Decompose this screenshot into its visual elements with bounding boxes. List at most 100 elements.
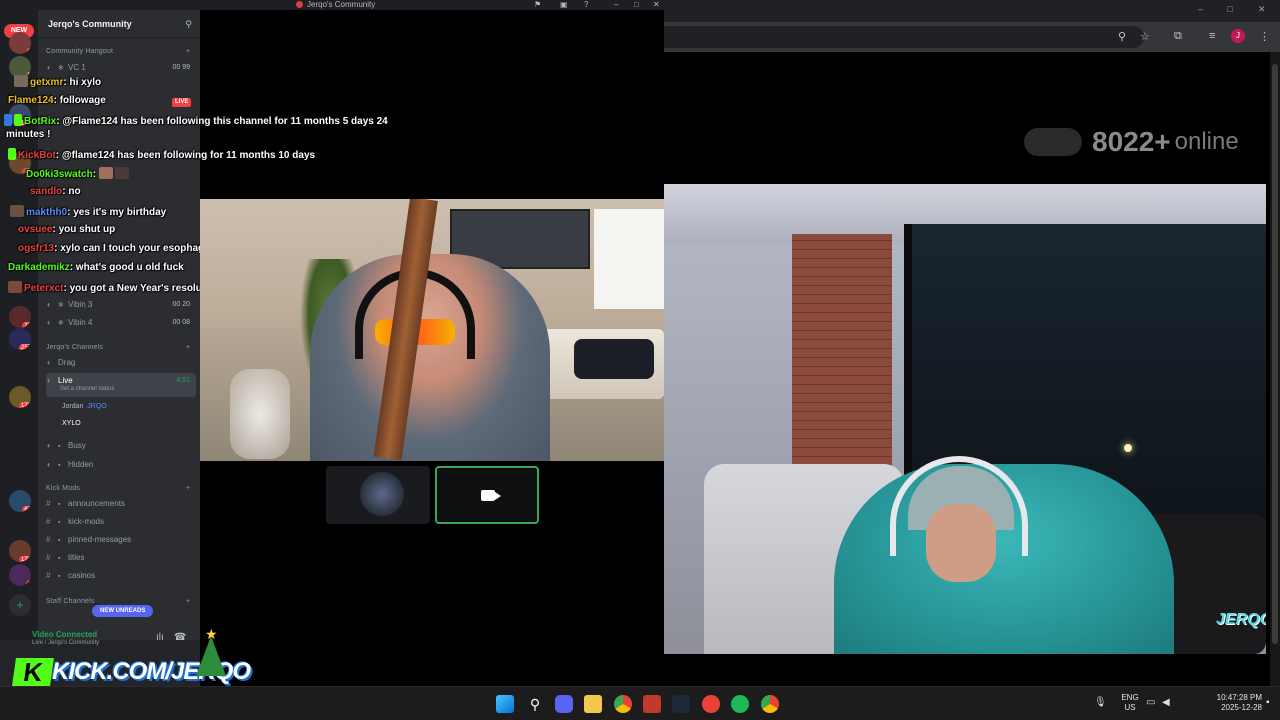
network-icon[interactable]: ▭ xyxy=(1146,697,1155,708)
category-community-hangout[interactable]: Community Hangout + xyxy=(46,48,190,55)
add-channel-icon[interactable]: + xyxy=(186,485,190,492)
online-count: 8022+ xyxy=(1092,126,1171,157)
scrollbar-thumb[interactable] xyxy=(1272,64,1278,644)
add-server-icon[interactable]: + xyxy=(9,594,31,616)
voice-connected-status[interactable]: Video Connected xyxy=(32,630,97,639)
browser-tabstrip: – □ ✕ xyxy=(664,0,1280,22)
add-channel-icon[interactable]: + xyxy=(186,48,190,55)
online-label: online xyxy=(1174,128,1239,155)
file-explorer-icon[interactable] xyxy=(584,695,602,713)
video-thumbnail-user[interactable] xyxy=(326,466,430,524)
video-thumbnail-camera[interactable] xyxy=(435,466,539,524)
microphone-icon[interactable]: 🎙 xyxy=(1094,697,1107,708)
server-icon[interactable]: 171 xyxy=(9,540,31,562)
category-jerqos-channels[interactable]: Jerqo's Channels + xyxy=(46,344,190,351)
close-icon[interactable]: ✕ xyxy=(1258,4,1266,15)
address-bar[interactable]: ⚲ xyxy=(664,26,1144,48)
noise-suppression-icon[interactable]: ılı xyxy=(156,632,164,643)
chat-message: sandlo: no xyxy=(30,186,81,197)
speaker-icon: ◖ xyxy=(46,300,51,309)
voice-channel-drag[interactable]: ◖ Drag xyxy=(46,355,196,371)
taskbar: ⚲ 🎙 ENG US ▭ ◀ 10:47:28 PM 2025-12-28 ▪ xyxy=(0,686,1280,720)
new-unreads-pill[interactable]: NEW UNREADS xyxy=(92,605,154,617)
hash-icon: # xyxy=(46,535,51,544)
mod-icon xyxy=(8,148,16,160)
hash-icon: # xyxy=(46,499,51,508)
speaker-icon: ◖ xyxy=(46,318,51,327)
minimize-icon[interactable]: – xyxy=(614,0,618,10)
window-title: Jerqo's Community xyxy=(296,0,375,10)
voice-user-jordan[interactable]: Jordan JRQO xyxy=(62,403,107,410)
text-channel-kick-mods[interactable]: # ▪ kick-mods xyxy=(46,514,196,530)
minimize-icon[interactable]: – xyxy=(1198,4,1203,14)
channel-status: Set a channel status xyxy=(60,386,115,392)
verified-icon xyxy=(4,114,12,126)
busy-icon: ▪ xyxy=(58,443,61,450)
maximize-icon[interactable]: □ xyxy=(634,0,639,10)
hash-icon: # xyxy=(46,571,51,580)
online-toggle[interactable] xyxy=(1024,128,1082,156)
windows-start-icon[interactable] xyxy=(496,695,514,713)
inbox-icon[interactable]: ⚑ xyxy=(534,0,541,10)
text-channel-titles[interactable]: # ▪ titles xyxy=(46,550,196,566)
maximize-icon[interactable]: □ xyxy=(1227,4,1232,14)
category-kick-mods[interactable]: Kick Mods + xyxy=(46,485,190,492)
voice-user-xylo[interactable]: XYLO xyxy=(62,420,81,427)
media-control-icon[interactable]: ≡ xyxy=(1209,30,1215,42)
chat-message: Do0ki3swatch: xyxy=(26,167,131,180)
bookmark-star-icon[interactable]: ☆ xyxy=(1140,30,1150,43)
app-icon[interactable] xyxy=(643,695,661,713)
search-icon[interactable]: ⚲ xyxy=(526,695,544,713)
zoom-icon[interactable]: ⚲ xyxy=(1118,30,1126,43)
chrome-app-icon[interactable] xyxy=(614,695,632,713)
christmas-tree-icon: ★ xyxy=(196,626,226,686)
notification-bell-icon[interactable]: ▪ xyxy=(1266,697,1270,708)
extensions-icon[interactable]: ⧉ xyxy=(1174,30,1182,43)
disconnect-icon[interactable]: ☎ xyxy=(174,632,186,643)
text-channel-casinos[interactable]: # ▪ casinos xyxy=(46,568,196,584)
chat-message: ogsfr13: xylo can I touch your esophagus… xyxy=(18,243,222,254)
app-icon[interactable] xyxy=(702,695,720,713)
kick-logo: K xyxy=(12,657,54,687)
voice-channel-vibin3[interactable]: ◖ ❄ Vibin 3 00 20 xyxy=(46,297,196,313)
avatar xyxy=(360,472,404,516)
add-channel-icon[interactable]: + xyxy=(186,344,190,351)
close-icon[interactable]: ✕ xyxy=(653,0,660,10)
notification-icon[interactable]: ▣ xyxy=(560,0,568,10)
browser-toolbar: ⚲ ☆ ⧉ ≡ J ⋮ xyxy=(664,22,1280,52)
voice-channel-hidden[interactable]: ◖ ▪ Hidden xyxy=(46,457,196,473)
server-icon[interactable]: 1 xyxy=(9,32,31,54)
voice-channel-vc1[interactable]: ◖ ❄ VC 1 00 99 xyxy=(46,60,196,76)
menu-icon[interactable]: ⋮ xyxy=(1259,30,1270,43)
hash-icon: # xyxy=(46,517,51,526)
online-counter: 8022+ online xyxy=(1024,126,1239,160)
voice-channel-vibin4[interactable]: ◖ ❄ Vibin 4 00 08 xyxy=(46,315,196,331)
voice-connected-channel[interactable]: Live / Jerqo's Community xyxy=(32,640,99,646)
channel-list: Jerqo's Community ⚲ Community Hangout + ◖… xyxy=(38,10,200,686)
category-staff-channels[interactable]: Staff Channels + xyxy=(46,598,190,605)
clock[interactable]: 10:47:28 PM 2025-12-28 xyxy=(1190,693,1262,713)
add-channel-icon[interactable]: + xyxy=(186,598,190,605)
server-header[interactable]: Jerqo's Community ⚲ xyxy=(38,10,200,38)
voice-channel-busy[interactable]: ◖ ▪ Busy xyxy=(46,438,196,454)
text-channel-announcements[interactable]: # ▪ announcements xyxy=(46,496,196,512)
chrome-profile-icon[interactable] xyxy=(761,695,779,713)
server-icon[interactable]: 4 xyxy=(9,564,31,586)
profile-avatar[interactable]: J xyxy=(1231,29,1245,43)
steam-icon[interactable] xyxy=(672,695,690,713)
text-channel-pinned-messages[interactable]: # ▪ pinned-messages xyxy=(46,532,196,548)
volume-icon[interactable]: ◀ xyxy=(1162,697,1170,708)
server-icon[interactable]: 257 xyxy=(9,328,31,350)
add-member-icon[interactable]: ⚲ xyxy=(185,10,192,38)
server-icon[interactable]: 13 xyxy=(9,306,31,328)
discord-app-icon[interactable] xyxy=(555,695,573,713)
help-icon[interactable]: ? xyxy=(584,0,588,10)
server-icon[interactable]: 67 xyxy=(9,490,31,512)
spotify-icon[interactable] xyxy=(731,695,749,713)
page-scrollbar[interactable] xyxy=(1270,52,1280,686)
hidden-icon: ▪ xyxy=(58,462,61,469)
server-icon[interactable]: 171 xyxy=(9,386,31,408)
video-tile-main[interactable] xyxy=(200,199,664,461)
language-indicator[interactable]: ENG US xyxy=(1118,693,1142,713)
voice-channel-live[interactable]: ◖ Live 4:51 Set a channel status xyxy=(46,373,196,397)
